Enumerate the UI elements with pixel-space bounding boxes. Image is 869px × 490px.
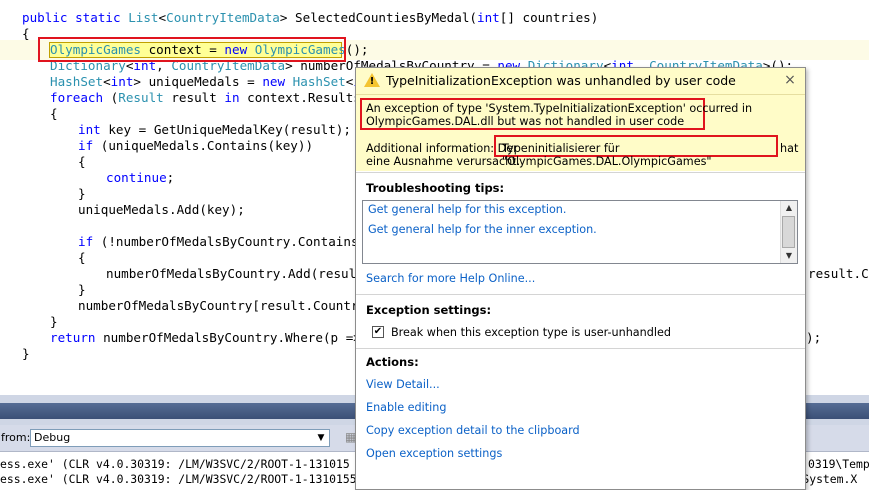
separator bbox=[356, 172, 805, 173]
action-open-settings[interactable]: Open exception settings bbox=[366, 447, 502, 460]
exception-message-line-2: OlympicGames.DAL.dll but was not handled… bbox=[366, 115, 685, 128]
code-line-10: { bbox=[78, 154, 86, 169]
dialog-title: TypeInitializationException was unhandle… bbox=[386, 73, 736, 88]
actions-header: Actions: bbox=[366, 355, 419, 369]
tip-link-inner-exception[interactable]: Get general help for the inner exception… bbox=[368, 223, 597, 236]
output-line-1-right: 0319\Tempo bbox=[808, 457, 869, 471]
action-enable-editing[interactable]: Enable editing bbox=[366, 401, 446, 414]
code-line-15: if (!numberOfMedalsByCountry.ContainsKey bbox=[78, 234, 382, 249]
scroll-thumb[interactable] bbox=[782, 216, 795, 248]
code-line-19: numberOfMedalsByCountry[result.CountryOb bbox=[78, 298, 382, 313]
action-view-detail[interactable]: View Detail... bbox=[366, 378, 440, 391]
output-source-select[interactable]: Debug ▼ bbox=[30, 429, 330, 447]
code-line-17: numberOfMedalsByCountry.Add(result.C bbox=[106, 266, 379, 281]
separator bbox=[356, 294, 805, 295]
exception-message-area: An exception of type 'System.TypeInitial… bbox=[356, 95, 805, 171]
code-line-22: } bbox=[22, 346, 30, 361]
break-when-unhandled-checkbox[interactable]: ✔ bbox=[372, 326, 384, 338]
troubleshooting-header: Troubleshooting tips: bbox=[366, 181, 505, 195]
additional-info-line-2: eine Ausnahme verursacht. bbox=[366, 155, 521, 168]
code-line-17-right: result.Co bbox=[808, 266, 869, 281]
close-icon[interactable]: × bbox=[783, 72, 797, 88]
break-when-unhandled-label: Break when this exception type is user-u… bbox=[391, 326, 671, 339]
tips-scrollbar[interactable]: ▲ ▼ bbox=[780, 201, 797, 263]
code-line-21-right: ); bbox=[806, 330, 822, 345]
code-line-18: } bbox=[78, 282, 86, 297]
additional-info-suffix: hat bbox=[780, 142, 799, 155]
code-line-1: public static List<CountryItemData> Sele… bbox=[22, 10, 599, 25]
code-line-8: int key = GetUniqueMedalKey(result); bbox=[78, 122, 351, 137]
exception-settings-header: Exception settings: bbox=[366, 303, 492, 317]
chevron-down-icon[interactable]: ▼ bbox=[313, 430, 329, 446]
highlight-annotation-box bbox=[38, 37, 346, 62]
code-line-21: return numberOfMedalsByCountry.Where(p =… bbox=[50, 330, 384, 345]
show-output-from-label: from: bbox=[1, 431, 31, 444]
warning-icon: ! bbox=[364, 73, 380, 87]
code-line-5: HashSet<int> uniqueMedals = new HashSet<… bbox=[50, 74, 376, 89]
code-line-6: foreach (Result result in context.Result… bbox=[50, 90, 384, 105]
troubleshooting-tips-list[interactable]: Get general help for this exception. Get… bbox=[362, 200, 798, 264]
output-line-1: ess.exe' (CLR v4.0.30319: /LM/W3SVC/2/RO… bbox=[0, 457, 350, 471]
code-line-12: } bbox=[78, 186, 86, 201]
search-help-online-link[interactable]: Search for more Help Online... bbox=[366, 272, 535, 285]
exception-message-line-1: An exception of type 'System.TypeInitial… bbox=[366, 102, 753, 115]
code-line-11: continue; bbox=[106, 170, 175, 185]
output-source-value: Debug bbox=[34, 431, 71, 444]
code-line-13: uniqueMedals.Add(key); bbox=[78, 202, 245, 217]
exception-assistant-dialog[interactable]: ! TypeInitializationException was unhand… bbox=[355, 67, 806, 490]
additional-info-highlight: Typeninitialisierer für "OlympicGames.DA… bbox=[502, 142, 712, 168]
code-line-16: { bbox=[78, 250, 86, 265]
code-line-20: } bbox=[50, 314, 58, 329]
separator bbox=[356, 348, 805, 349]
scroll-down-icon[interactable]: ▼ bbox=[781, 249, 797, 263]
scroll-up-icon[interactable]: ▲ bbox=[781, 201, 797, 215]
code-line-7: { bbox=[50, 106, 58, 121]
action-copy-detail[interactable]: Copy exception detail to the clipboard bbox=[366, 424, 580, 437]
code-line-2: { bbox=[22, 26, 30, 41]
code-line-9: if (uniqueMedals.Contains(key)) bbox=[78, 138, 314, 153]
dialog-title-bar: ! TypeInitializationException was unhand… bbox=[356, 68, 805, 95]
tip-link-general-help[interactable]: Get general help for this exception. bbox=[368, 203, 566, 216]
